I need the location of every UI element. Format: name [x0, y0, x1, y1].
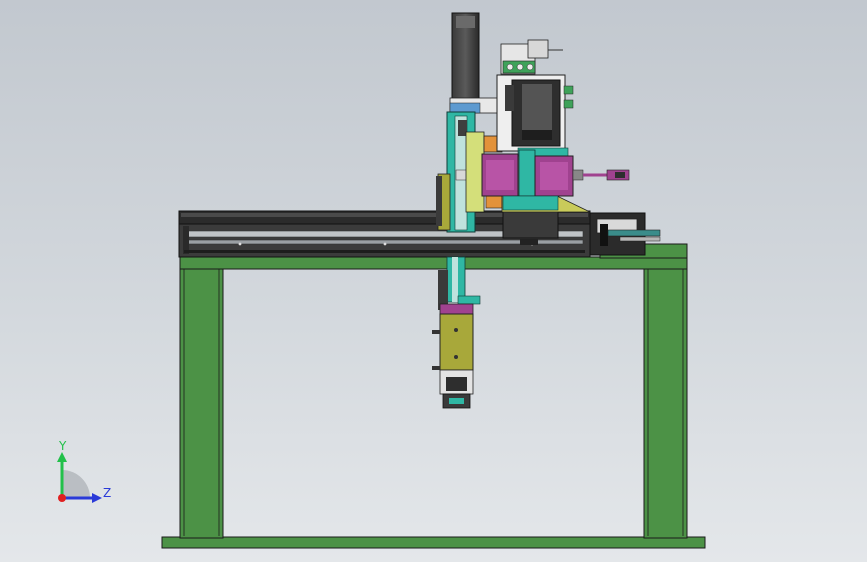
machine-model-view[interactable]: [0, 0, 867, 562]
z-olive-block: [439, 313, 474, 371]
origin-dot: [58, 494, 66, 502]
cad-viewport[interactable]: Y Z: [0, 0, 867, 562]
z-carriage-plate: [439, 303, 474, 315]
frame-base-plate: [161, 536, 706, 549]
y-axis-label: Y: [58, 440, 67, 453]
z-axis-label: Z: [103, 486, 111, 500]
vertical-axis-assembly: [436, 12, 503, 233]
rotary-module: [496, 39, 574, 157]
frame-left-leg: [179, 257, 224, 539]
linear-rail-module: [178, 205, 661, 258]
orientation-triad: Y Z: [57, 440, 111, 503]
frame-top-beam: [179, 256, 688, 270]
lower-z-stroke: [432, 256, 481, 409]
triad-quarter-disc: [62, 470, 90, 498]
support-frame: [161, 243, 706, 549]
frame-right-leg: [643, 257, 688, 539]
side-plate-olive: [465, 131, 485, 213]
gripper-module: [481, 149, 630, 213]
